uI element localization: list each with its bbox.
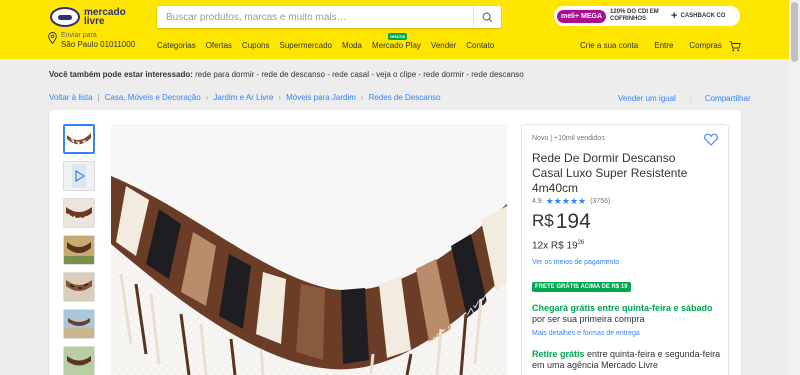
- thumbnail-image[interactable]: [63, 124, 95, 154]
- purchases-link[interactable]: Compras: [689, 41, 721, 50]
- logo-text-line2: livre: [84, 16, 105, 27]
- thumbnail-image[interactable]: [63, 235, 95, 265]
- product-main-image[interactable]: [111, 124, 507, 375]
- rating-value: 4.9: [532, 198, 542, 205]
- breadcrumb-item[interactable]: Móveis para Jardim: [286, 93, 356, 102]
- heart-icon: [704, 133, 718, 146]
- back-to-list-link[interactable]: Voltar à lista: [49, 93, 93, 102]
- installments: 12x R$ 1926: [532, 240, 584, 251]
- review-count: (3756): [590, 198, 611, 205]
- mercado-livre-logo[interactable]: mercado livre: [50, 6, 136, 28]
- installments-cents: 26: [577, 240, 585, 246]
- hammock-thumbnail: [64, 236, 94, 264]
- sell-same-link[interactable]: Vender um igual: [618, 94, 691, 103]
- shipping-info: Chegará grátis entre quinta-feira e sába…: [532, 303, 722, 325]
- hammock-thumbnail: [64, 310, 94, 338]
- nav-cupons[interactable]: Cupons: [242, 41, 270, 50]
- related-label: Você também pode estar interessado:: [49, 70, 193, 79]
- nav-moda[interactable]: Moda: [342, 41, 362, 50]
- nav-mercado-play: Mercado Play: [372, 41, 421, 50]
- page-scrollbar[interactable]: [789, 0, 800, 375]
- breadcrumb-item[interactable]: Redes de Descanso: [369, 93, 441, 102]
- nav-mercado-play-wrap[interactable]: GRÁTIS Mercado Play: [372, 33, 421, 50]
- video-thumbnail[interactable]: [63, 161, 95, 191]
- buy-box: Novo | +10mil vendidos Rede De Dormir De…: [521, 124, 729, 375]
- hammock-thumbnail: [64, 199, 94, 227]
- thumbnail-gallery: [63, 124, 95, 375]
- cart-icon: [729, 41, 741, 52]
- location-label: Enviar para: [61, 32, 97, 39]
- installments-text: 12x R$ 19: [532, 240, 578, 252]
- thumbnail-image[interactable]: [63, 272, 95, 302]
- shipping-highlight: Chegará grátis entre quinta-feira e sába…: [532, 303, 713, 313]
- meli-plus-badge: meli+ MEGA: [557, 9, 607, 23]
- login-link[interactable]: Entre: [654, 41, 673, 50]
- hammock-thumbnail: [67, 133, 91, 146]
- promo-text: 120% DO CDI EM COFRINHOS: [610, 9, 659, 22]
- nav-contato[interactable]: Contato: [466, 41, 494, 50]
- thumbnail-image[interactable]: [63, 309, 95, 339]
- user-nav: Crie a sua conta Entre Compras: [580, 41, 738, 50]
- main-nav: Categorias Ofertas Cupons Supermercado M…: [157, 33, 504, 50]
- breadcrumb-item[interactable]: Casa, Móveis e Decoração: [105, 93, 201, 102]
- thumbnail-image[interactable]: [63, 198, 95, 228]
- promo-cashback: CASHBACK CO: [680, 13, 726, 19]
- breadcrumb-actions: Vender um igual Compartilhar: [618, 94, 751, 103]
- search-icon: [482, 12, 493, 22]
- rating-stars-icon: ★★★★★: [545, 196, 587, 206]
- product-price: R$ 194: [532, 211, 591, 233]
- nav-free-badge: GRÁTIS: [388, 33, 408, 40]
- share-link[interactable]: Compartilhar: [705, 94, 751, 103]
- promo-plus: +: [671, 10, 678, 22]
- related-terms[interactable]: rede para dormir - rede de descanso - re…: [195, 70, 524, 79]
- breadcrumb: Voltar à lista | Casa, Móveis e Decoraçã…: [49, 93, 441, 102]
- search-button[interactable]: [473, 6, 501, 28]
- hammock-photo: [111, 124, 507, 375]
- related-searches: Você também pode estar interessado: rede…: [49, 70, 524, 79]
- location-value: São Paulo 01011000: [61, 40, 136, 49]
- search-bar: [157, 6, 501, 28]
- price-value: 194: [555, 210, 591, 233]
- location-pin-icon: [48, 32, 57, 44]
- hammock-thumbnail: [64, 347, 94, 375]
- handshake-icon: [50, 7, 80, 27]
- search-input[interactable]: [157, 6, 467, 28]
- shipping-rest: por ser sua primeira compra: [532, 314, 645, 324]
- thumbnail-image[interactable]: [63, 346, 95, 375]
- delivery-location[interactable]: Enviar para São Paulo 01011000: [48, 32, 135, 50]
- condition-and-sold: Novo | +10mil vendidos: [532, 135, 605, 142]
- payment-methods-link[interactable]: Ver os meios de pagamento: [532, 259, 619, 266]
- free-shipping-badge: FRETE GRÁTIS ACIMA DE R$ 19: [532, 282, 631, 292]
- pickup-info: Retire grátis entre quinta-feira e segun…: [532, 349, 722, 371]
- scrollbar-thumb[interactable]: [791, 2, 798, 62]
- price-currency: R$: [532, 211, 554, 230]
- favorite-button[interactable]: [704, 133, 718, 151]
- nav-categorias[interactable]: Categorias: [157, 41, 196, 50]
- cart-button[interactable]: [729, 39, 741, 57]
- product-rating[interactable]: 4.9 ★★★★★ (3756): [532, 196, 610, 207]
- hammock-thumbnail: [64, 273, 94, 301]
- create-account-link[interactable]: Crie a sua conta: [580, 41, 638, 50]
- product-card: Novo | +10mil vendidos Rede De Dormir De…: [49, 110, 741, 375]
- breadcrumb-item[interactable]: Jardim e Ar Livre: [213, 93, 273, 102]
- nav-vender[interactable]: Vender: [431, 41, 456, 50]
- nav-ofertas[interactable]: Ofertas: [206, 41, 232, 50]
- nav-supermercado[interactable]: Supermercado: [280, 41, 332, 50]
- header: mercado livre meli+ MEGA 120% DO CDI EM …: [0, 0, 800, 59]
- product-title: Rede De Dormir Descanso Casal Luxo Super…: [532, 151, 688, 195]
- pickup-highlight: Retire grátis: [532, 349, 585, 359]
- shipping-details-link[interactable]: Mais detalhes e formas de entrega: [532, 330, 640, 337]
- play-video-icon: [72, 164, 86, 188]
- meli-plus-promo-banner[interactable]: meli+ MEGA 120% DO CDI EM COFRINHOS + CA…: [554, 6, 740, 26]
